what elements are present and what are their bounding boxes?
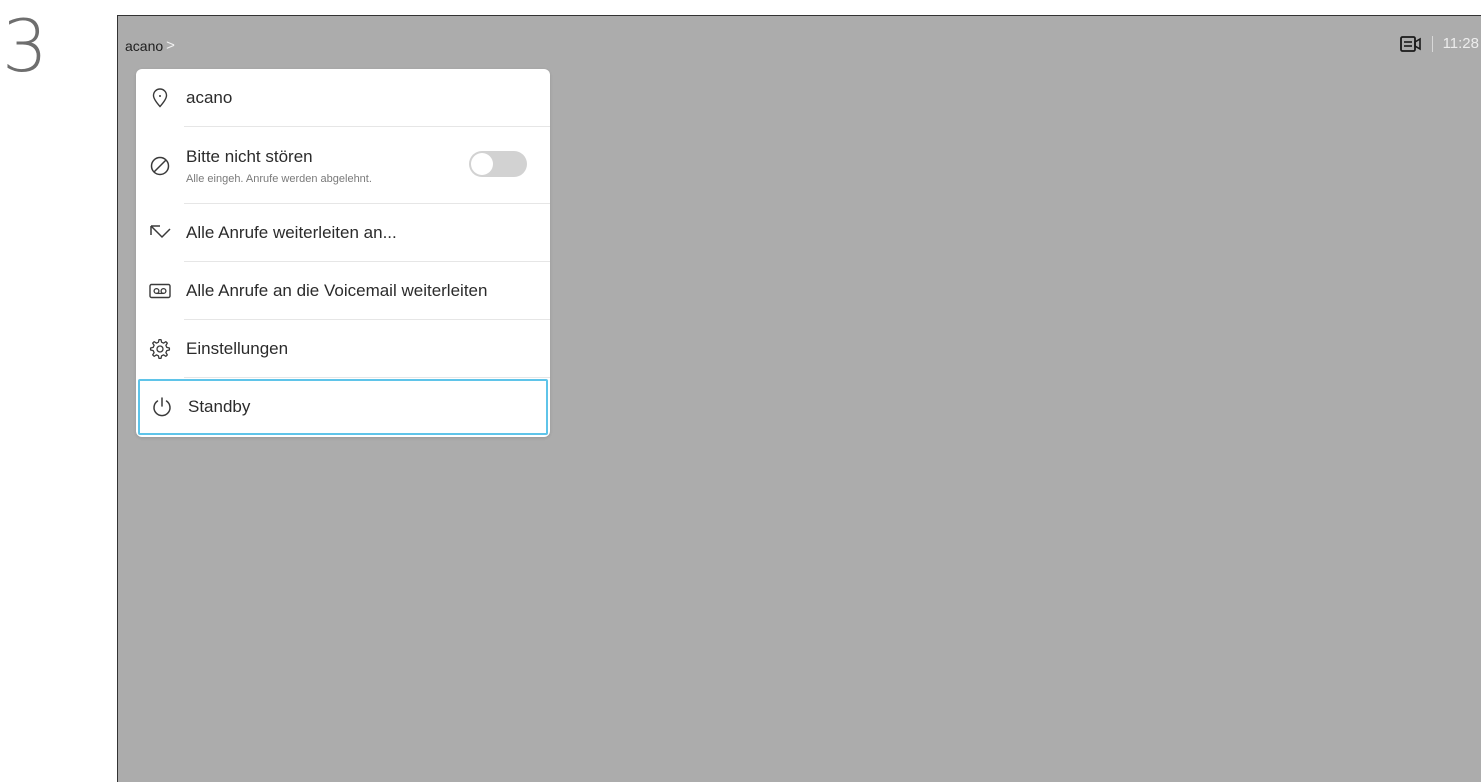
status-area: 11:28 xyxy=(1399,35,1479,52)
menu-item-label: acano xyxy=(186,88,233,107)
menu-item-label: Standby xyxy=(188,397,251,416)
menu-item-forward-voicemail[interactable]: Alle Anrufe an die Voicemail weiterleite… xyxy=(136,262,550,320)
menu-item-sublabel: Alle eingeh. Anrufe werden abgelehnt. xyxy=(186,172,372,185)
menu-item-label: Alle Anrufe weiterleiten an... xyxy=(186,223,397,242)
power-icon xyxy=(150,395,174,419)
device-menu: acano Bitte nicht stören Alle eingeh. An… xyxy=(136,69,550,437)
step-number: 3 xyxy=(2,4,48,88)
device-screen: acano > 11:28 acano Bitte nicht stören A… xyxy=(117,15,1481,782)
do-not-disturb-icon xyxy=(148,154,172,178)
menu-item-label: Einstellungen xyxy=(186,339,289,358)
camera-control-icon[interactable] xyxy=(1399,35,1422,52)
chevron-right-icon: > xyxy=(166,37,175,54)
menu-item-settings[interactable]: Einstellungen xyxy=(136,320,550,378)
toggle-knob xyxy=(471,153,493,175)
clock: 11:28 xyxy=(1442,35,1479,52)
menu-item-location[interactable]: acano xyxy=(136,69,550,127)
divider xyxy=(1431,35,1433,52)
menu-item-forward-all[interactable]: Alle Anrufe weiterleiten an... xyxy=(136,204,550,262)
menu-item-label: Alle Anrufe an die Voicemail weiterleite… xyxy=(186,281,488,300)
breadcrumb-label: acano xyxy=(125,37,164,54)
menu-item-do-not-disturb[interactable]: Bitte nicht stören Alle eingeh. Anrufe w… xyxy=(136,127,550,204)
gear-icon xyxy=(148,337,172,361)
voicemail-icon xyxy=(148,279,172,303)
menu-item-label: Bitte nicht stören xyxy=(186,146,313,166)
breadcrumb[interactable]: acano > xyxy=(125,37,175,54)
location-pin-icon xyxy=(148,86,172,110)
do-not-disturb-toggle[interactable] xyxy=(469,151,527,177)
forward-arrow-icon xyxy=(148,221,172,245)
menu-item-standby[interactable]: Standby xyxy=(138,379,548,435)
